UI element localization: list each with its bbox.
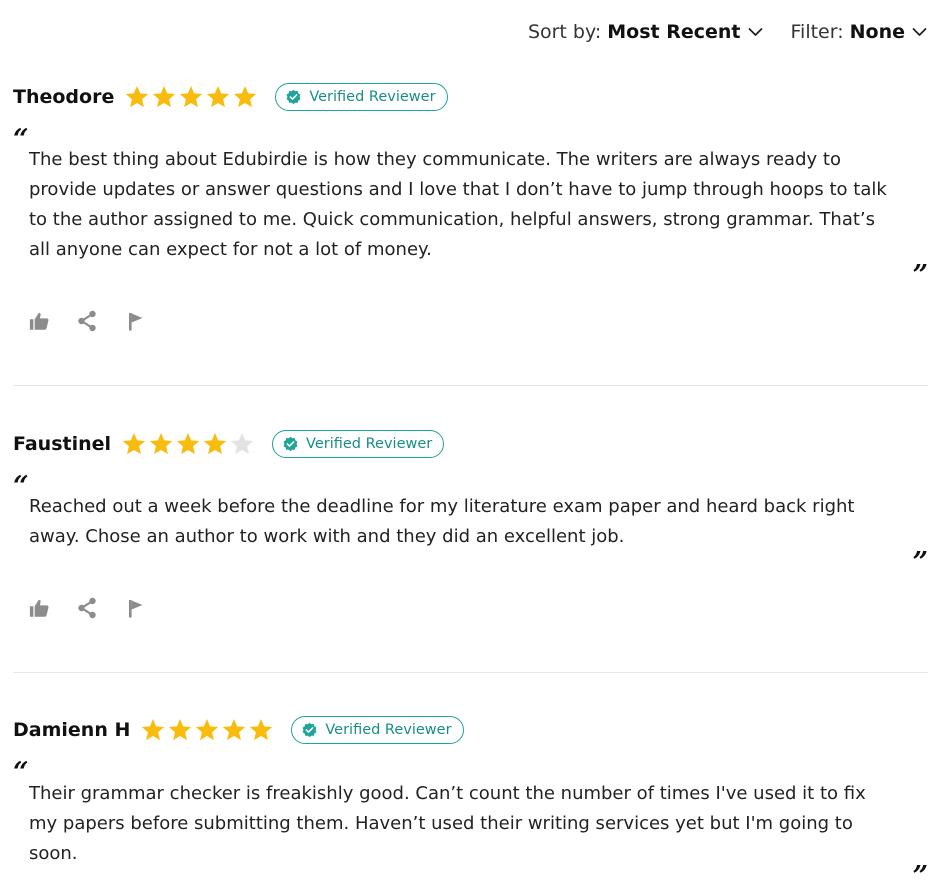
star-filled-icon: [142, 718, 165, 741]
open-quote-mark: “: [13, 471, 29, 502]
filter-dropdown[interactable]: Filter: None: [791, 21, 928, 43]
chevron-down-icon: [748, 27, 763, 37]
star-filled-icon: [176, 432, 200, 455]
review-header: Faustinel Verified Reviewer: [13, 429, 928, 459]
review-actions: [28, 310, 146, 332]
star-filled-icon: [149, 432, 173, 455]
flag-icon[interactable]: [124, 597, 146, 619]
verified-badge: Verified Reviewer: [275, 83, 448, 111]
sort-label: Sort by:: [527, 21, 602, 43]
review-card: Faustinel Verified Reviewer “ Reached ou…: [13, 429, 928, 649]
open-quote-mark: “: [13, 124, 29, 155]
filter-label: Filter:: [790, 21, 844, 43]
close-quote-mark: ”: [912, 260, 928, 291]
close-quote-mark: ”: [912, 547, 928, 578]
verified-badge: Verified Reviewer: [291, 716, 464, 744]
star-filled-icon: [203, 432, 227, 455]
star-rating: [124, 84, 259, 110]
sort-filter-bar: Sort by: Most Recent Filter: None: [528, 18, 927, 46]
star-filled-icon: [250, 718, 273, 741]
reviewer-name: Theodore: [13, 86, 115, 108]
close-quote-mark: ”: [912, 861, 928, 892]
review-text: Their grammar checker is freakishly good…: [29, 783, 866, 864]
star-rating: [121, 431, 256, 457]
star-empty-icon: [230, 432, 254, 455]
open-quote-mark: “: [13, 757, 29, 788]
verified-badge: Verified Reviewer: [272, 430, 445, 458]
star-filled-icon: [169, 718, 192, 741]
verified-check-icon: [301, 722, 325, 739]
reviewer-name: Faustinel: [13, 433, 112, 455]
review-actions: [28, 597, 146, 619]
share-icon[interactable]: [76, 310, 98, 332]
star-filled-icon: [207, 85, 230, 108]
verified-badge-label: Verified Reviewer: [309, 89, 436, 105]
verified-check-icon: [282, 436, 306, 453]
share-icon[interactable]: [76, 597, 98, 619]
star-rating: [140, 717, 275, 743]
review-card: Theodore Verified Reviewer “ The best th…: [13, 82, 928, 352]
star-filled-icon: [122, 432, 146, 455]
divider: [13, 672, 928, 673]
star-filled-icon: [234, 85, 257, 108]
verified-badge-label: Verified Reviewer: [306, 436, 433, 452]
thumbs-up-icon[interactable]: [28, 310, 50, 332]
verified-check-icon: [285, 89, 309, 106]
chevron-down-icon: [912, 27, 927, 37]
review-header: Theodore Verified Reviewer: [13, 82, 928, 112]
review-text: Reached out a week before the deadline f…: [29, 496, 855, 547]
verified-badge-label: Verified Reviewer: [325, 722, 452, 738]
flag-icon[interactable]: [124, 310, 146, 332]
thumbs-up-icon[interactable]: [28, 597, 50, 619]
sort-value: Most Recent: [607, 21, 741, 43]
divider: [13, 385, 928, 386]
star-filled-icon: [223, 718, 246, 741]
reviewer-name: Damienn H: [13, 719, 131, 741]
star-filled-icon: [180, 85, 203, 108]
review-text: The best thing about Edubirdie is how th…: [29, 149, 887, 260]
star-filled-icon: [153, 85, 176, 108]
filter-value: None: [849, 21, 905, 43]
star-filled-icon: [196, 718, 219, 741]
sort-dropdown[interactable]: Sort by: Most Recent: [528, 21, 763, 43]
review-header: Damienn H Verified Reviewer: [13, 715, 928, 745]
review-card: Damienn H Verified Reviewer “ Their gram…: [13, 715, 928, 891]
star-filled-icon: [126, 85, 149, 108]
